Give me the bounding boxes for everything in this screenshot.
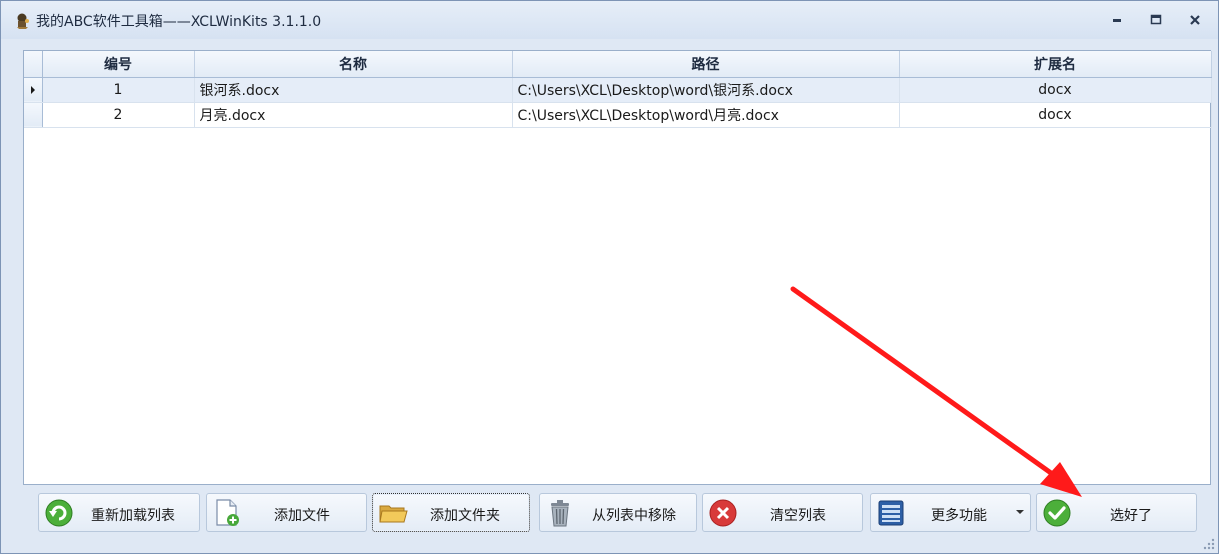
more-icon	[876, 498, 906, 528]
clear-list-label: 清空列表	[770, 508, 826, 524]
column-header-ext[interactable]: 扩展名	[899, 51, 1212, 78]
remove-from-list-button[interactable]: 从列表中移除	[539, 493, 697, 532]
resize-grip[interactable]	[1201, 536, 1215, 550]
reload-icon	[44, 498, 74, 528]
add-folder-label: 添加文件夹	[430, 508, 500, 524]
reload-list-label: 重新加载列表	[91, 508, 175, 524]
more-functions-dropdown[interactable]	[1011, 493, 1030, 532]
minimize-icon	[1113, 19, 1121, 22]
maximize-icon	[1150, 14, 1162, 25]
chevron-down-icon	[1016, 510, 1024, 514]
close-button[interactable]	[1182, 9, 1208, 31]
column-header-name[interactable]: 名称	[194, 51, 513, 78]
minimize-button[interactable]	[1104, 9, 1130, 31]
current-row-icon	[30, 85, 35, 94]
main-window: 我的ABC软件工具箱——XCLWinKits 3.1.1.0 编号 名称 路径 …	[0, 0, 1219, 554]
add-file-icon	[212, 498, 242, 528]
window-title: 我的ABC软件工具箱——XCLWinKits 3.1.1.0	[36, 14, 322, 30]
trash-icon	[545, 498, 575, 528]
close-icon	[1190, 15, 1200, 25]
add-file-label: 添加文件	[274, 508, 330, 524]
check-icon	[1042, 498, 1072, 528]
cell-name[interactable]: 银河系.docx	[194, 77, 513, 103]
folder-icon	[378, 498, 408, 528]
table-row[interactable]: 1 银河系.docx C:\Users\XCL\Desktop\word\银河系…	[24, 77, 1212, 103]
row-selector[interactable]	[24, 102, 43, 128]
more-functions-label: 更多功能	[931, 508, 987, 524]
cell-id[interactable]: 2	[42, 102, 195, 128]
cell-id[interactable]: 1	[42, 77, 195, 103]
app-icon	[14, 12, 32, 30]
clear-list-button[interactable]: 清空列表	[702, 493, 863, 532]
cell-name[interactable]: 月亮.docx	[194, 102, 513, 128]
cell-ext[interactable]: docx	[899, 102, 1212, 128]
file-table: 编号 名称 路径 扩展名 1 银河系.docx C:\Users\XCL\Des…	[24, 51, 1212, 128]
done-label: 选好了	[1110, 508, 1152, 524]
column-header-id[interactable]: 编号	[42, 51, 195, 78]
cell-ext[interactable]: docx	[899, 77, 1212, 103]
cell-path[interactable]: C:\Users\XCL\Desktop\word\月亮.docx	[512, 102, 900, 128]
header-row: 编号 名称 路径 扩展名	[24, 51, 1212, 78]
file-grid[interactable]: 编号 名称 路径 扩展名 1 银河系.docx C:\Users\XCL\Des…	[23, 50, 1212, 485]
row-selector[interactable]	[24, 77, 43, 103]
title-bar[interactable]: 我的ABC软件工具箱——XCLWinKits 3.1.1.0	[1, 1, 1218, 39]
maximize-button[interactable]	[1143, 9, 1169, 31]
clear-icon	[708, 498, 738, 528]
remove-from-list-label: 从列表中移除	[592, 508, 676, 524]
cell-path[interactable]: C:\Users\XCL\Desktop\word\银河系.docx	[512, 77, 900, 103]
column-header-path[interactable]: 路径	[512, 51, 900, 78]
row-header-corner	[24, 51, 43, 78]
done-button[interactable]: 选好了	[1036, 493, 1197, 532]
grip-icon	[1203, 538, 1215, 550]
add-folder-button[interactable]: 添加文件夹	[372, 493, 530, 532]
table-row[interactable]: 2 月亮.docx C:\Users\XCL\Desktop\word\月亮.d…	[24, 102, 1212, 128]
add-file-button[interactable]: 添加文件	[206, 493, 367, 532]
more-functions-button[interactable]: 更多功能	[870, 493, 1031, 532]
reload-list-button[interactable]: 重新加载列表	[38, 493, 200, 532]
